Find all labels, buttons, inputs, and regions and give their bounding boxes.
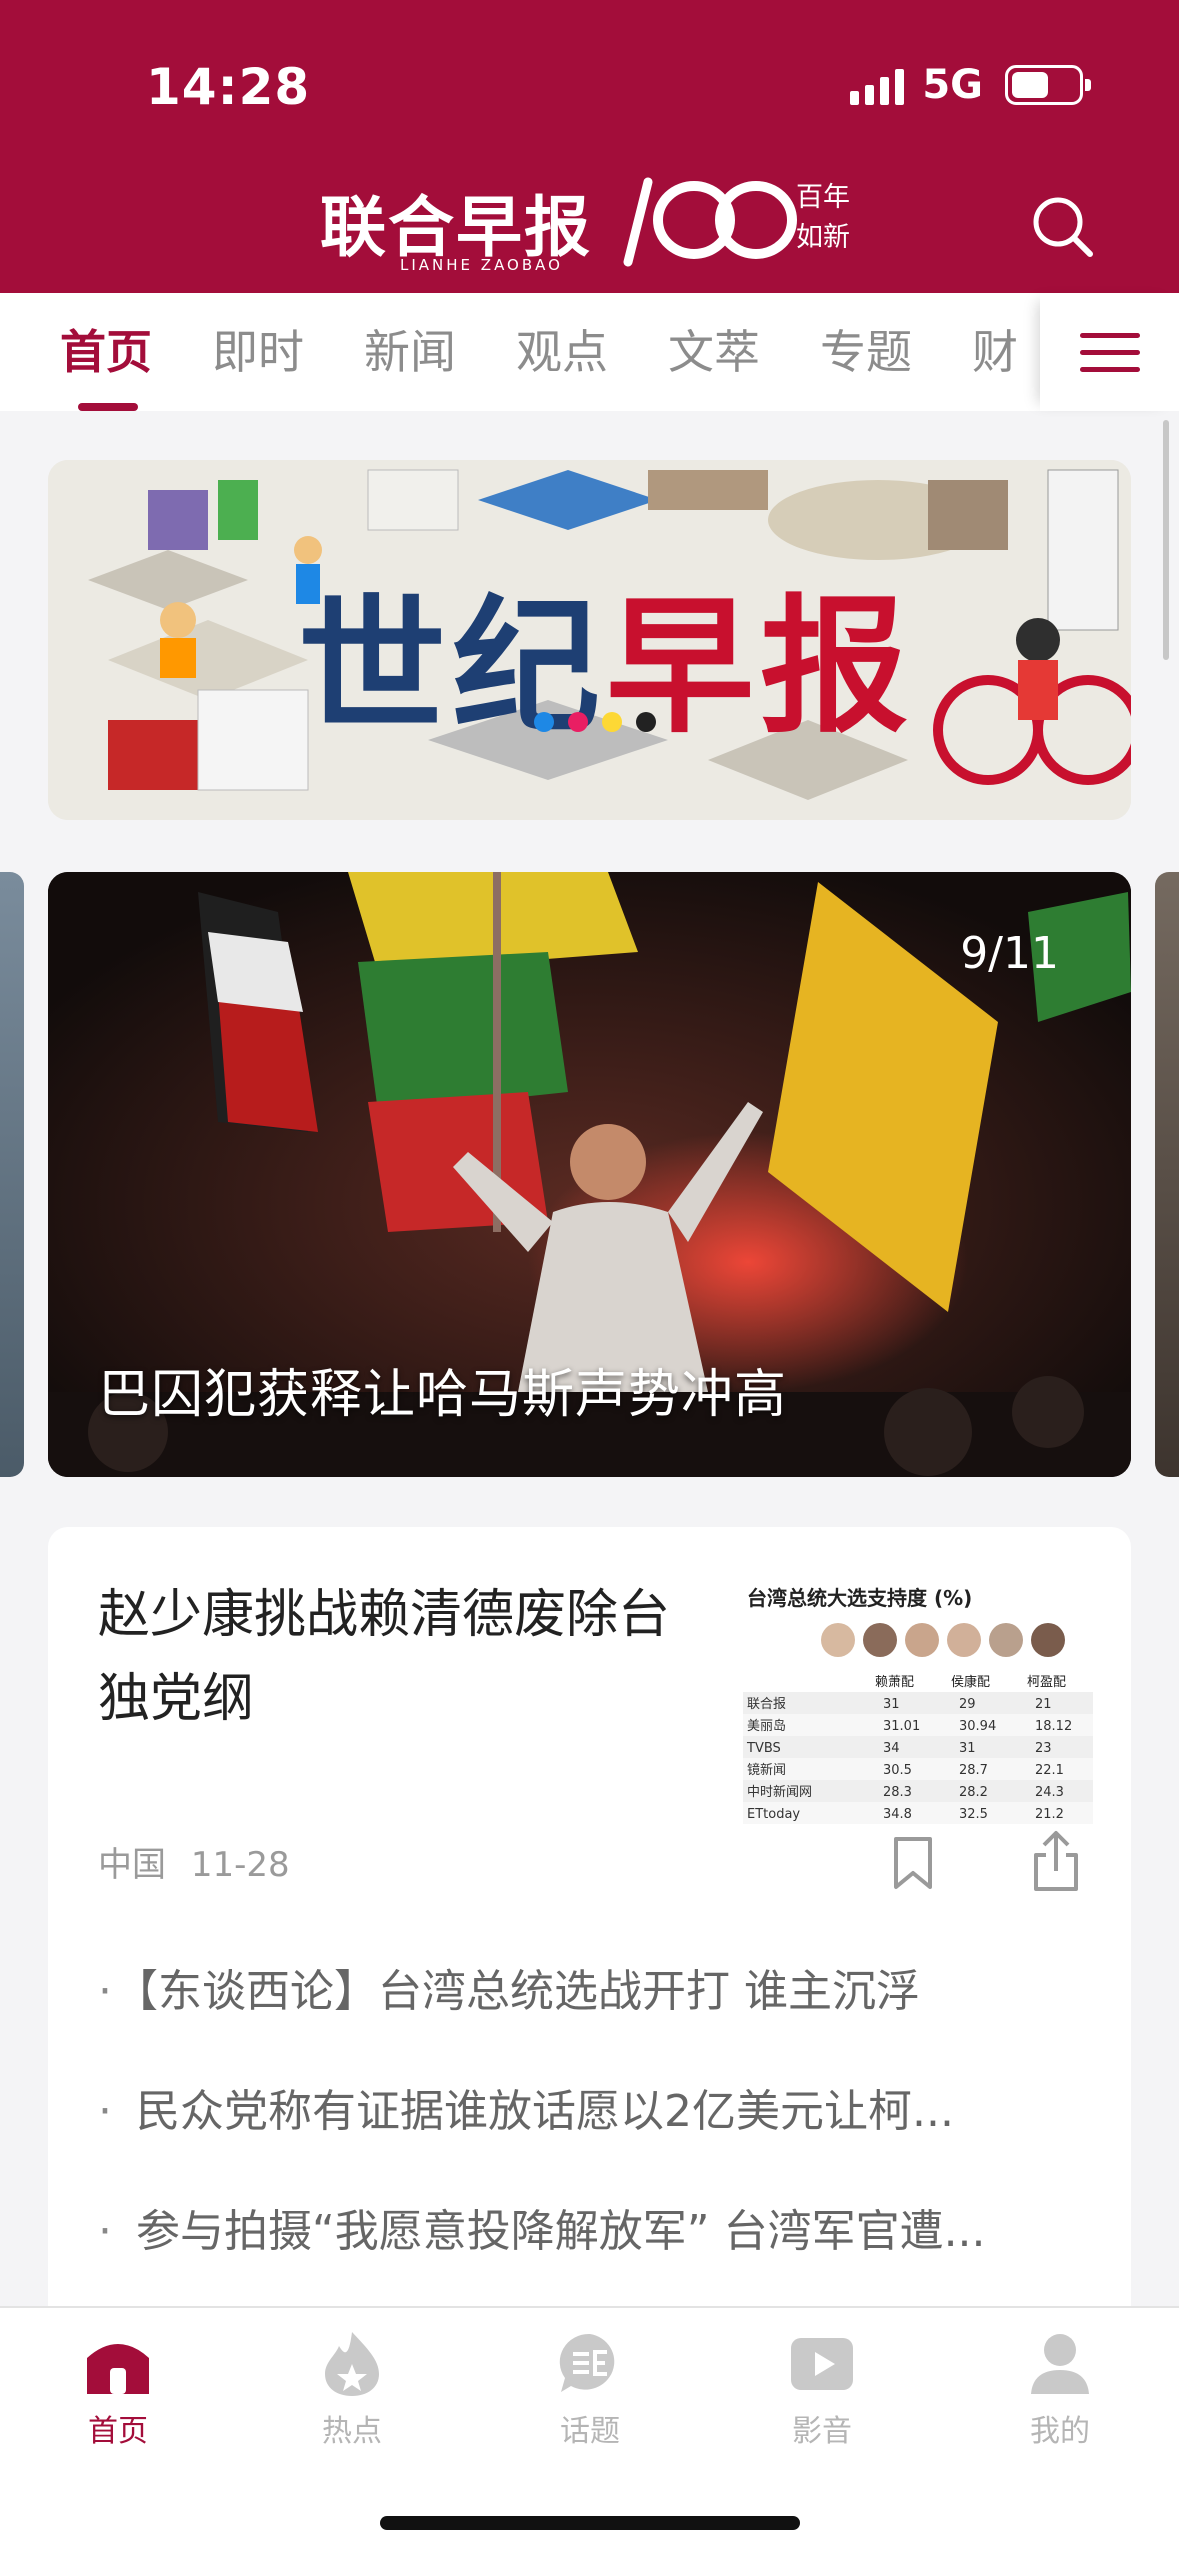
poll-value: 18.12 xyxy=(1035,1719,1072,1734)
poll-value: 32.5 xyxy=(959,1807,988,1822)
article-meta: 中国 11-28 xyxy=(98,1837,290,1886)
tab-finance[interactable]: 财 xyxy=(972,293,1018,411)
poll-value: 31 xyxy=(959,1741,976,1756)
tab-instant[interactable]: 即时 xyxy=(212,293,304,411)
article-thumbnail[interactable]: 台湾总统大选支持度 (%) 赖萧配 侯康配 柯盈配 联合报 31 29 21 美丽岛 31.01… xyxy=(743,1582,1093,1824)
tab-home[interactable]: 首页 xyxy=(60,293,152,411)
article-category: 中国 xyxy=(98,1845,166,1885)
video-icon xyxy=(791,2338,853,2390)
battery-icon xyxy=(1005,65,1091,105)
poll-source: 美丽岛 xyxy=(747,1718,786,1734)
nav-profile[interactable]: 我的 xyxy=(980,2328,1140,2450)
article-card[interactable]: 赵少康挑战赖清德废除台独党纲 台湾总统大选支持度 (%) 赖萧配 侯康配 柯盈配 联合… xyxy=(48,1527,1131,2327)
banner-dots xyxy=(534,712,656,732)
candidate-portrait xyxy=(989,1623,1023,1657)
signal-icon xyxy=(850,65,905,105)
svg-text:100: 100 xyxy=(618,170,649,174)
bookmark-icon[interactable] xyxy=(888,1833,938,1893)
poll-source: ETtoday xyxy=(747,1807,800,1822)
topic-icon xyxy=(559,2333,615,2392)
header-bar: 14:28 5G 联合早报 LIANHE ZAOBAO 100 百年如新 xyxy=(0,0,1179,293)
poll-value: 23 xyxy=(1035,1741,1052,1756)
status-time: 14:28 xyxy=(146,58,311,116)
poll-value: 21.2 xyxy=(1035,1807,1064,1822)
poll-value: 28.3 xyxy=(883,1785,912,1800)
century-zaobao-banner[interactable]: 世纪早报 xyxy=(48,460,1131,820)
poll-source: TVBS xyxy=(746,1741,781,1756)
hero-headline: 巴囚犯获释让哈马斯声势冲高 xyxy=(98,1365,788,1425)
poll-table-image: 赖萧配 侯康配 柯盈配联合报 31 29 21 美丽岛 31.01 30.94 18.12 TVBS… xyxy=(743,1623,1093,1824)
poll-source: 镜新闻 xyxy=(747,1762,786,1778)
tab-opinion[interactable]: 观点 xyxy=(516,293,608,411)
candidate-portrait xyxy=(905,1623,939,1657)
poll-value: 29 xyxy=(959,1697,976,1712)
scrollbar[interactable] xyxy=(1163,420,1169,660)
article-date: 11-28 xyxy=(190,1845,290,1885)
network-type: 5G xyxy=(922,62,983,108)
poll-value: 31 xyxy=(883,1697,900,1712)
share-icon[interactable] xyxy=(1028,1829,1084,1895)
candidate-portrait xyxy=(863,1623,897,1657)
related-link[interactable]: · 参与拍摄“我愿意投降解放军” 台湾军官遭... xyxy=(98,2195,1098,2259)
search-icon[interactable] xyxy=(1030,194,1096,260)
nav-home[interactable]: 首页 xyxy=(38,2328,198,2450)
flame-icon xyxy=(325,2332,379,2396)
nav-topics[interactable]: 话题 xyxy=(510,2328,670,2450)
poll-value: 34.8 xyxy=(883,1807,912,1822)
poll-value: 34 xyxy=(883,1741,900,1756)
candidate-portrait xyxy=(947,1623,981,1657)
status-indicators: 5G xyxy=(850,62,1091,108)
related-link[interactable]: · 【东谈西论】台湾总统选战开打 谁主沉浮 xyxy=(98,1955,1098,2019)
tab-digest[interactable]: 文萃 xyxy=(668,293,760,411)
related-link[interactable]: · 民众党称有证据谁放话愿以2亿美元让柯... xyxy=(98,2075,1098,2139)
poll-value: 22.1 xyxy=(1035,1763,1064,1778)
candidate-portrait xyxy=(821,1623,855,1657)
carousel-prev-card[interactable] xyxy=(0,872,24,1477)
poll-value: 28.2 xyxy=(959,1785,988,1800)
carousel-next-card[interactable] xyxy=(1155,872,1179,1477)
candidate-portrait xyxy=(1031,1623,1065,1657)
poll-value: 28.7 xyxy=(959,1763,988,1778)
category-tabs: 首页 即时 新闻 观点 文萃 专题 财 xyxy=(0,293,1179,411)
poll-value: 31.01 xyxy=(883,1719,920,1734)
nav-video[interactable]: 影音 xyxy=(742,2328,902,2450)
article-title[interactable]: 赵少康挑战赖清德废除台独党纲 xyxy=(98,1573,698,1741)
poll-value: 30.5 xyxy=(883,1763,912,1778)
poll-source: 联合报 xyxy=(747,1697,786,1712)
poll-value: 24.3 xyxy=(1035,1785,1064,1800)
tab-special[interactable]: 专题 xyxy=(820,293,912,411)
poll-source: 中时新闻网 xyxy=(747,1784,812,1800)
poll-value: 21 xyxy=(1035,1697,1052,1712)
centennial-100-logo: 100 xyxy=(618,170,797,267)
carousel-counter: 9/11 xyxy=(960,928,1059,979)
poll-header: 侯康配 xyxy=(951,1674,990,1690)
poll-value: 30.94 xyxy=(959,1719,996,1734)
profile-icon xyxy=(1031,2334,1089,2394)
poll-header: 柯盈配 xyxy=(1027,1675,1066,1690)
home-icon xyxy=(87,2344,149,2394)
lianhe-zaobao-logo: 联合早报 LIANHE ZAOBAO 100 百年如新 xyxy=(320,168,860,278)
menu-icon[interactable] xyxy=(1040,293,1179,411)
featured-story-card[interactable]: 9/11 巴囚犯获释让哈马斯声势冲高 xyxy=(48,872,1131,1477)
nav-hot[interactable]: 热点 xyxy=(272,2328,432,2450)
tab-news[interactable]: 新闻 xyxy=(364,293,456,411)
poll-header: 赖萧配 xyxy=(875,1675,914,1690)
home-indicator xyxy=(380,2516,800,2530)
